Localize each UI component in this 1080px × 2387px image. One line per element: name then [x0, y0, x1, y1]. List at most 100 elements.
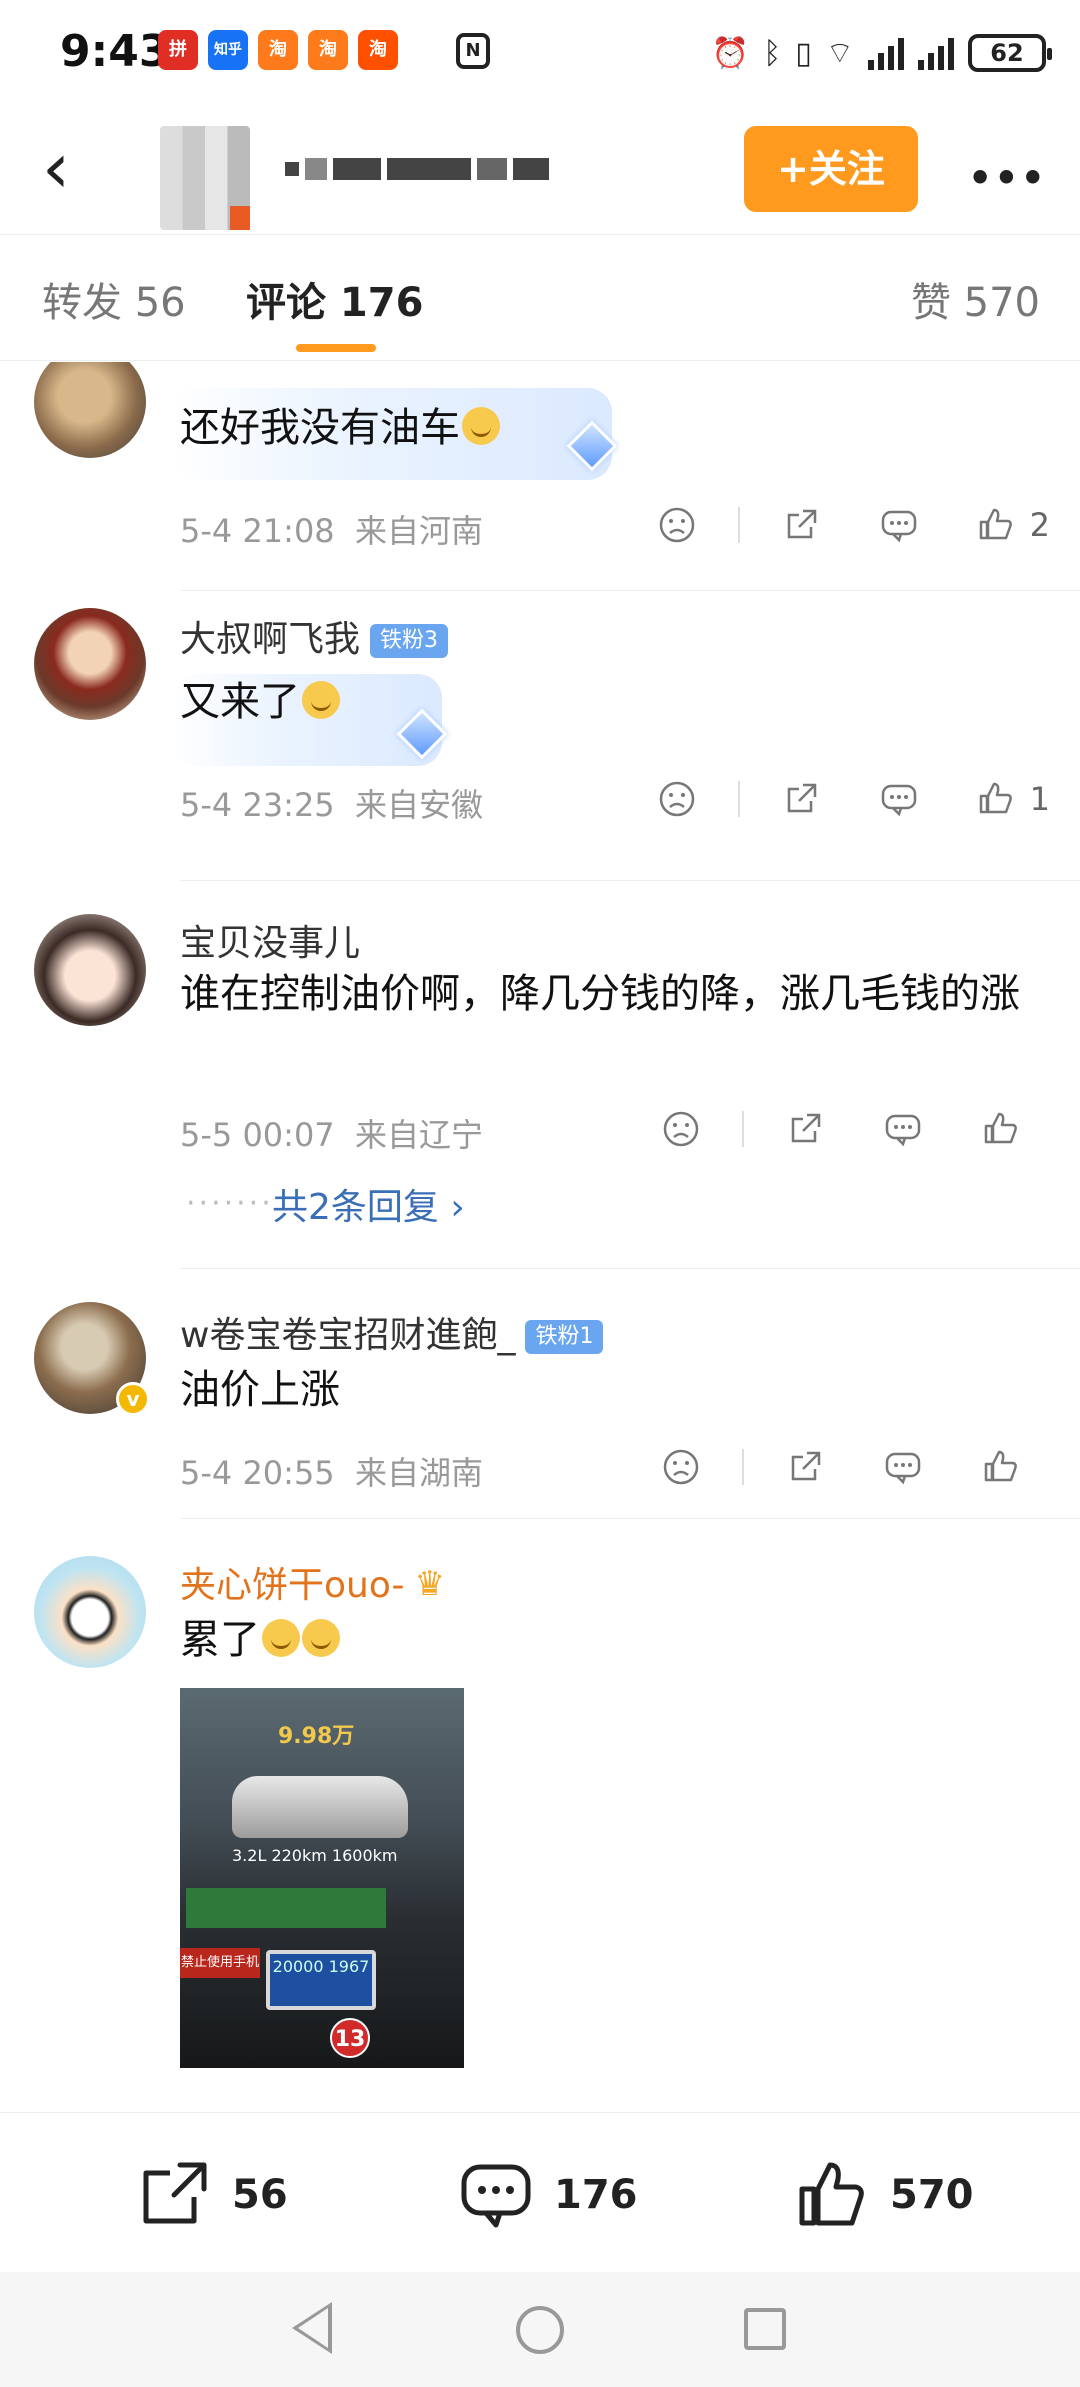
commenter-name[interactable]: 夹心饼干ouo- ♛	[180, 1556, 445, 1608]
reply-dots: ·······	[186, 1186, 274, 1221]
comment-text: 油价上涨	[180, 1367, 340, 1413]
signal-icon-1	[868, 36, 904, 70]
active-tab-indicator	[296, 344, 376, 352]
alarm-icon: ⏰	[711, 35, 750, 71]
share-icon[interactable]	[752, 774, 850, 824]
system-nav-bar	[0, 2272, 1080, 2387]
taobao-icon: 淘	[358, 30, 398, 70]
like-count: 1	[1029, 780, 1050, 818]
like-button[interactable]: 2	[948, 500, 1050, 550]
repost-button[interactable]: 56	[136, 2157, 288, 2233]
tab-like[interactable]: 赞 570	[911, 270, 1040, 328]
action-separator	[742, 1111, 744, 1147]
comment-meta: 5-4 20:55 来自湖南	[180, 1454, 484, 1492]
taobao-special-icon: 淘	[258, 30, 298, 70]
image-pump-number: 13	[330, 2018, 370, 2058]
comment-image[interactable]: 9.98万 3.2L 220km 1600km 禁止使用手机 20000 196…	[180, 1688, 464, 2068]
tab-repost[interactable]: 转发 56	[42, 270, 186, 328]
comment-actions: 2	[628, 500, 1050, 550]
doge-emoji-icon	[462, 407, 500, 445]
commenter-avatar[interactable]	[34, 914, 146, 1026]
sleepy-emoji-icon	[302, 1619, 340, 1657]
like-button[interactable]	[952, 1442, 1050, 1492]
reply-icon[interactable]	[850, 500, 948, 550]
verified-badge-icon: v	[116, 1382, 150, 1416]
bluetooth-icon: ᛒ	[763, 35, 782, 71]
like-button[interactable]: 1	[948, 774, 1050, 824]
commenter-name[interactable]: 大叔啊飞我 铁粉3	[180, 610, 449, 662]
share-icon[interactable]	[752, 500, 850, 550]
dislike-icon[interactable]	[632, 1104, 730, 1154]
comment-text: 谁在控制油价啊，降几分钱的降，涨几毛钱的涨	[180, 971, 1020, 1017]
laughing-crying-emoji-icon	[302, 681, 340, 719]
status-bar: 9:43 拼 知乎 淘 淘 淘 N ⏰ ᛒ ▯ ⌔ 62	[0, 0, 1080, 110]
back-button[interactable]: ‹	[42, 133, 70, 203]
zhihu-icon: 知乎	[208, 30, 248, 70]
comment-meta: 5-5 00:07 来自辽宁	[180, 1116, 484, 1154]
post-tabs: 转发 56 评论 176 赞 570	[0, 236, 1080, 361]
pinduoduo-icon: 拼	[158, 30, 198, 70]
top-header: ‹ +关注 •••	[0, 110, 1080, 235]
author-name-pixelated[interactable]	[285, 158, 549, 180]
image-price-text: 9.98万	[278, 1724, 355, 1749]
like-count: 2	[1029, 506, 1050, 544]
comment-divider	[180, 1518, 1080, 1519]
comment-meta: 5-4 21:08 来自河南	[180, 512, 484, 550]
commenter-name[interactable]: w卷宝卷宝招财進飽_ 铁粉1	[180, 1306, 604, 1358]
comment-icon	[461, 2164, 531, 2228]
share-icon[interactable]	[756, 1104, 854, 1154]
comment-text: 还好我没有油车	[180, 400, 1040, 456]
comment-meta: 5-4 23:25 来自安徽	[180, 786, 484, 824]
comment-text: 又来了	[180, 674, 1040, 730]
comment-divider	[180, 1268, 1080, 1269]
tab-comment[interactable]: 评论 176	[246, 270, 423, 328]
comment-list[interactable]: 还好我没有油车 5-4 21:08 来自河南 2 大叔啊飞我 铁粉3 又来了 5-…	[0, 362, 1080, 2110]
dislike-icon[interactable]	[632, 1442, 730, 1492]
action-separator	[737, 781, 740, 817]
like-post-button[interactable]: 570	[794, 2157, 974, 2233]
image-car	[232, 1776, 408, 1838]
fan-level-badge: 铁粉1	[525, 1320, 604, 1354]
commenter-avatar[interactable]	[34, 362, 146, 458]
view-replies-link[interactable]: 共2条回复 ›	[272, 1178, 465, 1230]
reply-icon[interactable]	[850, 774, 948, 824]
commenter-avatar[interactable]	[34, 608, 146, 720]
author-avatar[interactable]	[160, 126, 250, 230]
vibrate-icon: ▯	[795, 35, 812, 71]
follow-button[interactable]: +关注	[744, 126, 918, 212]
sleepy-emoji-icon	[262, 1619, 300, 1657]
commenter-avatar[interactable]	[34, 1556, 146, 1668]
fan-level-badge: 铁粉3	[370, 624, 449, 658]
comment-button[interactable]: 176	[458, 2157, 638, 2233]
crown-badge-icon: ♛	[414, 1564, 446, 1604]
nfc-icon: N	[456, 33, 490, 69]
more-options-icon[interactable]: •••	[968, 156, 1047, 200]
comment-item: 夹心饼干ouo- ♛ 累了 9.98万 3.2L 220km 1600km 禁止使…	[0, 1520, 1080, 2110]
nav-home-icon[interactable]	[516, 2306, 564, 2354]
image-pump-display: 20000 1967	[266, 1950, 376, 2010]
repost-count: 56	[232, 2172, 288, 2218]
status-time: 9:43	[60, 26, 170, 77]
comment-actions	[632, 1104, 1050, 1154]
repost-icon	[143, 2162, 207, 2224]
comment-actions	[632, 1442, 1050, 1492]
wifi-icon: ⌔	[825, 36, 854, 71]
like-count: 570	[890, 2172, 974, 2218]
status-right-icons: ⏰ ᛒ ▯ ⌔ 62	[711, 28, 1052, 78]
reply-icon[interactable]	[854, 1442, 952, 1492]
like-button[interactable]	[952, 1104, 1050, 1154]
nav-back-icon[interactable]	[292, 2302, 332, 2354]
bottom-action-bar: 56 176 570	[0, 2112, 1080, 2272]
nav-recent-icon[interactable]	[744, 2308, 786, 2350]
dislike-icon[interactable]	[628, 500, 726, 550]
reply-icon[interactable]	[854, 1104, 952, 1154]
comment-divider	[180, 880, 1080, 881]
comment-count: 176	[554, 2172, 638, 2218]
signal-icon-2	[918, 36, 954, 70]
image-warning-sign: 禁止使用手机	[180, 1948, 260, 1978]
battery-icon: 62	[968, 34, 1052, 72]
action-separator	[742, 1449, 744, 1485]
dislike-icon[interactable]	[628, 774, 726, 824]
commenter-name[interactable]: 宝贝没事儿	[180, 914, 360, 966]
share-icon[interactable]	[756, 1442, 854, 1492]
